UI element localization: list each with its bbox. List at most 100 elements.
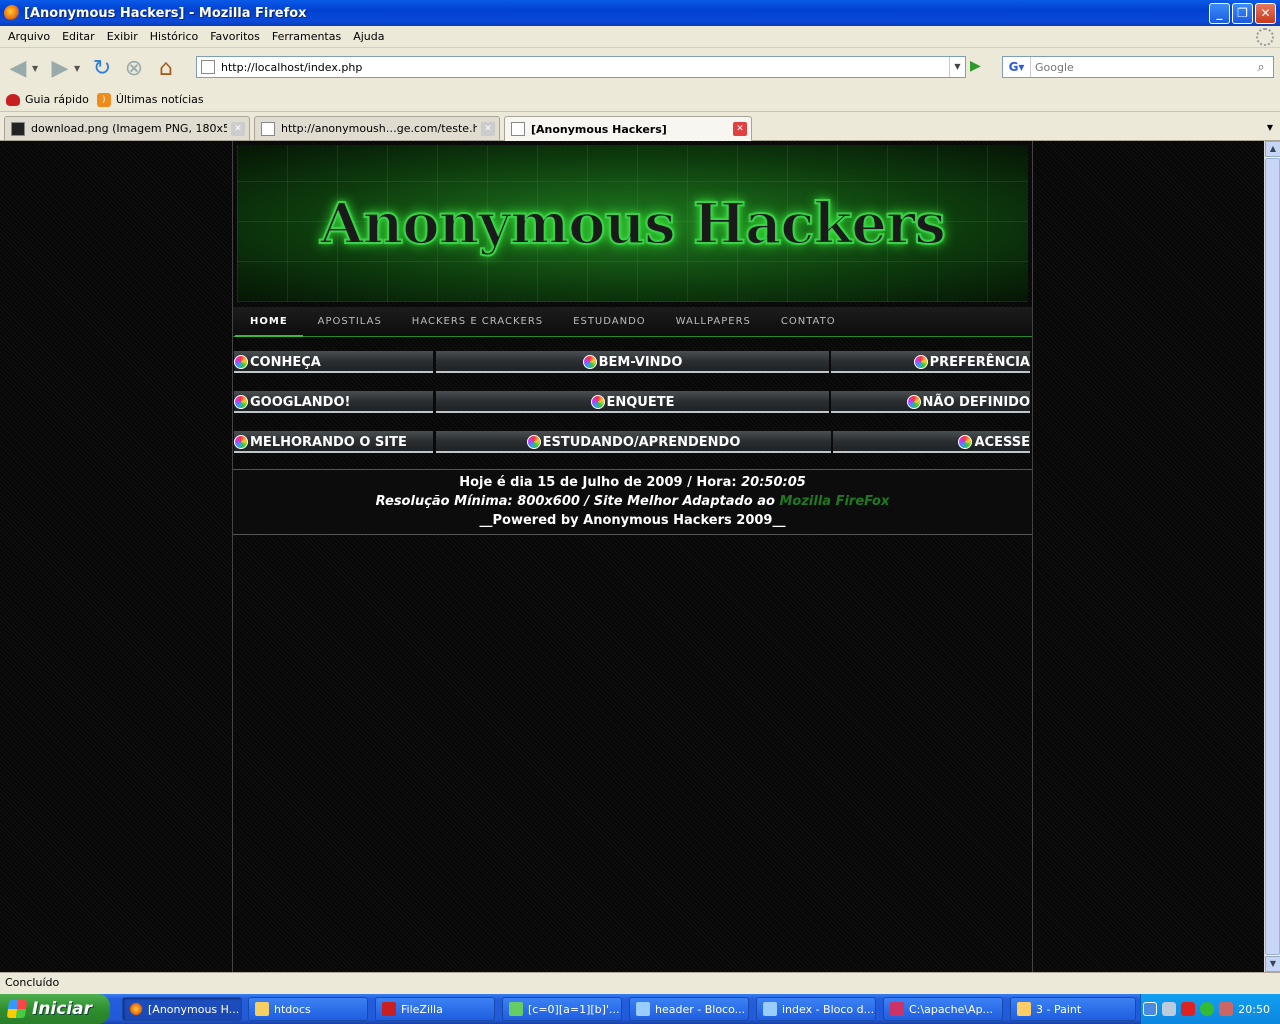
- menu-historico[interactable]: Histórico: [144, 30, 204, 43]
- menu-favoritos[interactable]: Favoritos: [204, 30, 266, 43]
- clock[interactable]: 20:50: [1238, 1003, 1270, 1016]
- messenger-icon: [509, 1002, 523, 1016]
- box-row: GOOGLANDO! ENQUETE NÃO DEFINIDO: [233, 391, 1032, 413]
- url-dropdown-icon[interactable]: ▼: [949, 57, 965, 77]
- box-googlando[interactable]: GOOGLANDO!: [234, 391, 433, 413]
- antivirus-icon[interactable]: [1181, 1002, 1196, 1016]
- page-icon: [201, 60, 215, 74]
- box-title: ACESSE: [974, 434, 1030, 450]
- nav-home[interactable]: HOME: [235, 307, 303, 337]
- date-line: Hoje é dia 15 de Julho de 2009 / Hora: 2…: [233, 473, 1032, 492]
- taskbar-item-label: 3 - Paint: [1036, 1002, 1082, 1016]
- nav-apostilas[interactable]: APOSTILAS: [303, 307, 397, 337]
- powered-by: __Powered by Anonymous Hackers 2009__: [479, 513, 786, 528]
- network-icon[interactable]: [1162, 1002, 1177, 1016]
- messenger-tray-icon[interactable]: [1200, 1002, 1215, 1016]
- forward-history-dropdown-icon[interactable]: ▼: [74, 64, 84, 73]
- bookmark-guia-rapido[interactable]: Guia rápido: [6, 93, 89, 106]
- vertical-scrollbar[interactable]: ▲ ▼: [1264, 141, 1280, 972]
- taskbar-item-header-notepad[interactable]: header - Bloco...: [629, 997, 749, 1021]
- tab-close-icon[interactable]: ✕: [481, 121, 495, 136]
- menu-editar[interactable]: Editar: [56, 30, 101, 43]
- tab-teste-html[interactable]: http://anonymoush…ge.com/teste.html ✕: [254, 116, 500, 140]
- box-bem-vindo[interactable]: BEM-VINDO: [436, 351, 829, 373]
- search-icon[interactable]: ⌕: [1249, 60, 1273, 75]
- tab-title: [Anonymous Hackers]: [531, 122, 667, 136]
- tab-close-icon[interactable]: ✕: [231, 121, 245, 136]
- taskbar-item-chat[interactable]: [c=0][a=1][b]'...: [502, 997, 622, 1021]
- notepad-icon: [636, 1002, 650, 1016]
- home-icon[interactable]: ⌂: [152, 54, 180, 82]
- scroll-thumb[interactable]: [1265, 158, 1280, 955]
- tab-anonymous-hackers[interactable]: [Anonymous Hackers] ✕: [504, 116, 752, 141]
- bookmark-label: Últimas notícias: [115, 93, 204, 106]
- forward-arrow-icon[interactable]: ▶: [46, 54, 74, 82]
- taskbar-item-paint[interactable]: 3 - Paint: [1010, 997, 1136, 1021]
- tray-app-icon[interactable]: [1219, 1002, 1234, 1016]
- stop-icon[interactable]: ⊗: [120, 54, 148, 82]
- firefox-link[interactable]: Mozilla FireFox: [779, 494, 889, 509]
- window-title-bar: [Anonymous Hackers] - Mozilla Firefox _ …: [0, 0, 1280, 26]
- menu-ferramentas[interactable]: Ferramentas: [266, 30, 347, 43]
- box-acesse[interactable]: ACESSE: [833, 431, 1030, 453]
- box-row: MELHORANDO O SITE ESTUDANDO/APRENDENDO A…: [233, 431, 1032, 453]
- minimize-button[interactable]: _: [1209, 2, 1230, 24]
- notepad-icon: [763, 1002, 777, 1016]
- nav-wallpapers[interactable]: WALLPAPERS: [661, 307, 766, 337]
- go-arrow-icon[interactable]: ▶: [970, 58, 990, 78]
- start-label: Iniciar: [32, 999, 93, 1019]
- box-title: GOOGLANDO!: [250, 394, 351, 410]
- tab-download-png[interactable]: download.png (Imagem PNG, 180x54 ... ✕: [4, 116, 250, 140]
- taskbar-item-htdocs[interactable]: htdocs: [248, 997, 368, 1021]
- bookmark-ultimas-noticias[interactable]: ) Últimas notícias: [96, 92, 204, 107]
- tray-expand-icon[interactable]: [1143, 1002, 1158, 1016]
- bookmarks-toolbar: Guia rápido ) Últimas notícias: [0, 88, 1280, 112]
- scroll-down-icon[interactable]: ▼: [1265, 956, 1280, 972]
- box-melhorando-o-site[interactable]: MELHORANDO O SITE: [234, 431, 433, 453]
- address-bar[interactable]: ▼: [196, 56, 966, 78]
- start-button[interactable]: Iniciar: [0, 994, 110, 1024]
- nav-estudando[interactable]: ESTUDANDO: [558, 307, 661, 337]
- nav-contato[interactable]: CONTATO: [766, 307, 851, 337]
- web-content: Anonymous Hackers HOME APOSTILAS HACKERS…: [0, 141, 1264, 972]
- back-history-dropdown-icon[interactable]: ▼: [32, 64, 42, 73]
- taskbar-item-label: C:\apache\Ap...: [909, 1002, 994, 1016]
- nav-hackers-e-crackers[interactable]: HACKERS E CRACKERS: [397, 307, 558, 337]
- menu-ajuda[interactable]: Ajuda: [347, 30, 390, 43]
- box-title: NÃO DEFINIDO: [922, 394, 1030, 410]
- resolution-text: Resolução Mínima: 800x600 / Site Melhor …: [375, 494, 775, 509]
- taskbar-item-label: header - Bloco...: [655, 1002, 746, 1016]
- tab-list-dropdown-icon[interactable]: ▼: [1262, 117, 1278, 139]
- search-bar[interactable]: G▾ ⌕: [1002, 56, 1274, 78]
- menu-exibir[interactable]: Exibir: [101, 30, 144, 43]
- orb-icon: [234, 435, 248, 449]
- maximize-button[interactable]: ❐: [1232, 2, 1253, 24]
- url-input[interactable]: [221, 60, 949, 74]
- box-preferencia[interactable]: PREFERÊNCIA: [831, 351, 1030, 373]
- google-engine-icon[interactable]: G▾: [1003, 57, 1031, 77]
- back-arrow-icon[interactable]: ◀: [4, 54, 32, 82]
- reload-icon[interactable]: ↻: [88, 54, 116, 82]
- close-button[interactable]: ✕: [1255, 2, 1276, 24]
- tab-close-icon[interactable]: ✕: [733, 122, 747, 136]
- box-enquete[interactable]: ENQUETE: [436, 391, 829, 413]
- box-title: PREFERÊNCIA: [929, 354, 1030, 370]
- taskbar-item-index-notepad[interactable]: index - Bloco d...: [756, 997, 876, 1021]
- box-nao-definido[interactable]: NÃO DEFINIDO: [831, 391, 1030, 413]
- taskbar-item-apache[interactable]: C:\apache\Ap...: [883, 997, 1003, 1021]
- box-conheca[interactable]: CONHEÇA: [234, 351, 433, 373]
- box-title: ENQUETE: [606, 394, 675, 410]
- box-row: CONHEÇA BEM-VINDO PREFERÊNCIA: [233, 351, 1032, 373]
- search-input[interactable]: [1031, 60, 1249, 74]
- taskbar-item-label: FileZilla: [401, 1002, 443, 1016]
- taskbar-item-label: htdocs: [274, 1002, 311, 1016]
- status-text: Concluído: [5, 976, 60, 989]
- image-icon: [11, 121, 25, 136]
- orb-icon: [234, 355, 248, 369]
- menu-arquivo[interactable]: Arquivo: [2, 30, 56, 43]
- page-icon: [511, 122, 525, 136]
- box-estudando-aprendendo[interactable]: ESTUDANDO/APRENDENDO: [436, 431, 831, 453]
- taskbar-item-filezilla[interactable]: FileZilla: [375, 997, 495, 1021]
- scroll-up-icon[interactable]: ▲: [1265, 141, 1280, 157]
- taskbar-item-firefox[interactable]: [Anonymous H...: [122, 997, 242, 1021]
